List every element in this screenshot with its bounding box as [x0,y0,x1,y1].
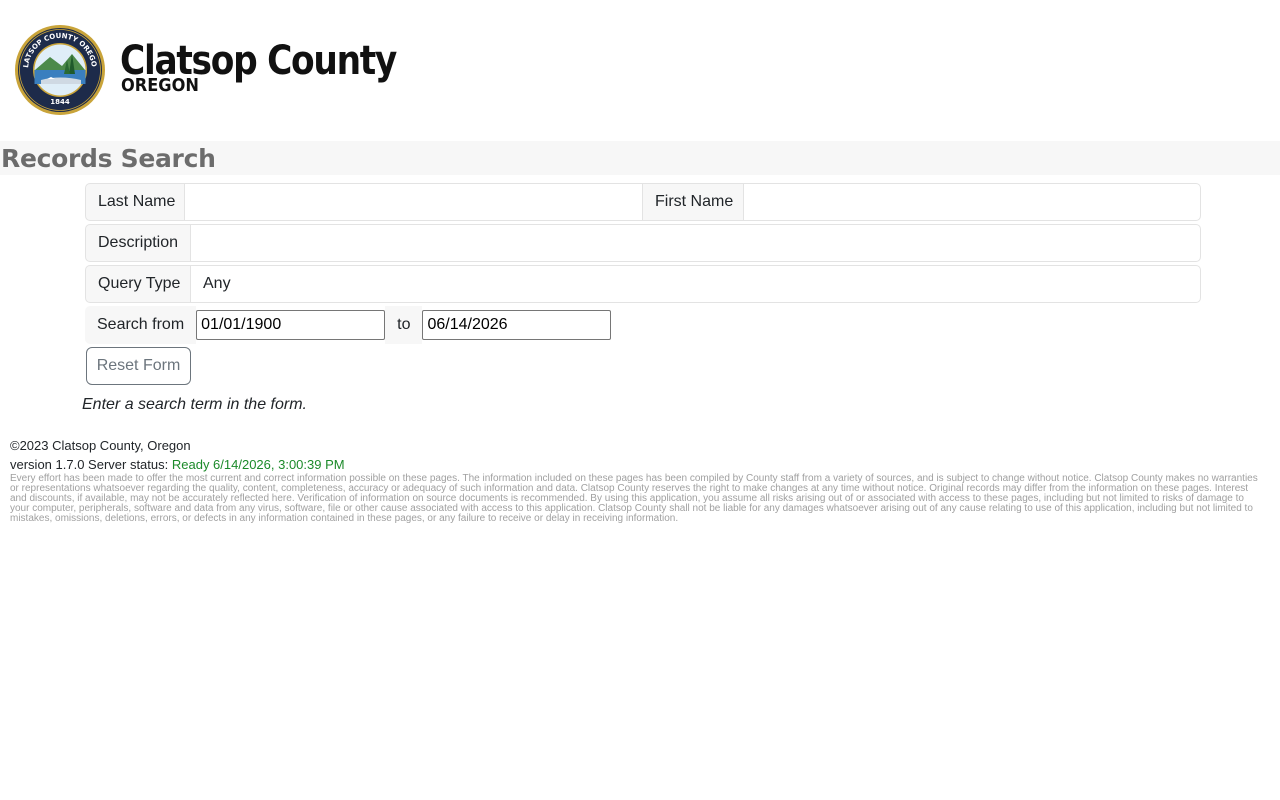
query-type-row: Query Type Any [85,265,1201,303]
date-range-row: Search from to [85,306,612,344]
reset-form-button[interactable]: Reset Form [86,347,191,385]
query-type-value: Any [203,275,231,292]
version-text: version 1.7.0 Server status: [10,457,172,472]
brand: Clatsop County OREGON [120,39,441,96]
search-hint: Enter a search term in the form. [82,396,307,413]
first-name-input[interactable] [744,183,1201,221]
site-header: CLATSOP COUNTY OREGON 1844 Clatsop Count… [14,24,441,116]
copyright: ©2023 Clatsop County, Oregon [10,438,191,453]
last-name-label: Last Name [85,183,185,221]
date-from-input[interactable] [196,310,386,340]
last-name-input[interactable] [185,183,643,221]
footer: ©2023 Clatsop County, Oregon version 1.7… [10,437,1266,524]
date-to-input[interactable] [422,310,612,340]
county-seal-logo[interactable]: CLATSOP COUNTY OREGON 1844 [14,24,106,116]
first-name-label: First Name [643,183,744,221]
search-from-label: Search from [85,306,197,344]
title-bar: Records Search [0,141,1280,175]
description-label: Description [85,224,191,262]
disclaimer: Every effort has been made to offer the … [10,473,1258,524]
version-status: version 1.7.0 Server status: Ready 6/14/… [10,457,1266,473]
seal-year: 1844 [50,98,70,106]
to-label: to [385,306,423,344]
page-title: Records Search [1,144,216,173]
query-type-select[interactable]: Any [191,265,1201,303]
brand-subtitle: OREGON [121,75,199,96]
description-input[interactable] [191,224,1201,262]
name-row: Last Name First Name [85,183,1201,221]
query-type-label: Query Type [85,265,191,303]
server-status: Ready 6/14/2026, 3:00:39 PM [171,457,345,472]
description-row: Description [85,224,1201,262]
